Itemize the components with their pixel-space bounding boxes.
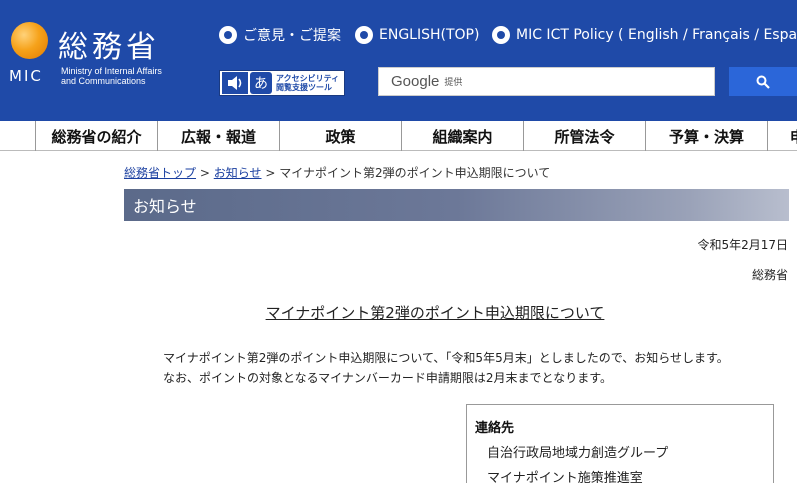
article-title: マイナポイント第2弾のポイント申込期限について bbox=[265, 304, 605, 322]
contact-office: マイナポイント施策推進室 bbox=[487, 471, 643, 483]
breadcrumb: 総務省トップ > お知らせ > マイナポイント第2弾のポイント申込期限について bbox=[124, 164, 550, 181]
circle-bullet-icon bbox=[355, 26, 373, 44]
nav-budget[interactable]: 予算・決算 bbox=[645, 121, 767, 151]
article-paragraph-1: マイナポイント第2弾のポイント申込期限について、「令和5年5月末」としましたので… bbox=[163, 351, 729, 365]
circle-bullet-icon bbox=[492, 26, 510, 44]
circle-bullet-icon bbox=[219, 26, 237, 44]
google-brand-label: Google bbox=[391, 73, 440, 90]
english-top-link[interactable]: ENGLISH(TOP) bbox=[355, 25, 479, 45]
article-paragraph-2: なお、ポイントの対象となるマイナンバーカード申請期限は2月末までとなります。 bbox=[163, 371, 612, 385]
accessibility-tool-label: アクセシビリティ 閲覧支援ツール bbox=[276, 74, 340, 92]
nav-press[interactable]: 広報・報道 bbox=[157, 121, 279, 151]
article-title-wrap: マイナポイント第2弾のポイント申込期限について bbox=[0, 302, 797, 323]
nav-policy[interactable]: 政策 bbox=[279, 121, 401, 151]
opinion-link-label: ご意見・ご提案 bbox=[243, 28, 341, 44]
contact-box: 連絡先 自治行政局地域力創造グループ マイナポイント施策推進室 bbox=[466, 404, 774, 483]
accessibility-tool-button[interactable]: あ アクセシビリティ 閲覧支援ツール bbox=[219, 70, 345, 96]
speaker-icon bbox=[222, 72, 248, 94]
english-top-link-label: ENGLISH(TOP) bbox=[379, 27, 480, 43]
article-body: マイナポイント第2弾のポイント申込期限について、「令和5年5月末」としましたので… bbox=[163, 348, 729, 388]
org-subtitle-line-1: Ministry of Internal Affairs bbox=[61, 66, 162, 76]
breadcrumb-current: マイナポイント第2弾のポイント申込期限について bbox=[279, 166, 551, 180]
global-nav: 総務省の紹介 広報・報道 政策 組織案内 所管法令 予算・決算 申 bbox=[0, 121, 797, 151]
section-heading: お知らせ bbox=[124, 189, 789, 221]
org-subtitle-line-2: and Communications bbox=[61, 76, 146, 86]
breadcrumb-separator: > bbox=[265, 166, 276, 180]
breadcrumb-separator: > bbox=[199, 166, 210, 180]
site-header: 総務省 MIC Ministry of Internal Affairs and… bbox=[0, 0, 797, 121]
nav-application[interactable]: 申 bbox=[767, 121, 797, 151]
nav-laws[interactable]: 所管法令 bbox=[523, 121, 645, 151]
search-input[interactable]: Google 提供 bbox=[378, 67, 715, 96]
breadcrumb-home-link[interactable]: 総務省トップ bbox=[124, 166, 196, 180]
nav-about[interactable]: 総務省の紹介 bbox=[35, 121, 157, 151]
ict-policy-link[interactable]: MIC ICT Policy ( English / Français / Es… bbox=[492, 25, 797, 45]
breadcrumb-section-link[interactable]: お知らせ bbox=[214, 166, 262, 180]
search-button[interactable] bbox=[729, 67, 797, 96]
publish-date: 令和5年2月17日 bbox=[697, 238, 788, 252]
search-provided-label: 提供 bbox=[444, 78, 463, 88]
opinion-link[interactable]: ご意見・ご提案 bbox=[219, 25, 341, 45]
issuer: 総務省 bbox=[751, 268, 788, 282]
contact-department: 自治行政局地域力創造グループ bbox=[487, 446, 669, 461]
search-icon bbox=[756, 75, 770, 89]
mic-logo-icon[interactable] bbox=[11, 22, 48, 59]
nav-organization[interactable]: 組織案内 bbox=[401, 121, 523, 151]
hiragana-a-icon: あ bbox=[250, 72, 272, 94]
org-subtitle: Ministry of Internal Affairs and Communi… bbox=[61, 66, 162, 86]
org-name[interactable]: 総務省 bbox=[58, 22, 160, 66]
ict-policy-link-label: MIC ICT Policy ( English / Français / Es… bbox=[516, 27, 797, 43]
contact-heading: 連絡先 bbox=[475, 421, 515, 436]
org-abbr[interactable]: MIC bbox=[9, 67, 43, 85]
